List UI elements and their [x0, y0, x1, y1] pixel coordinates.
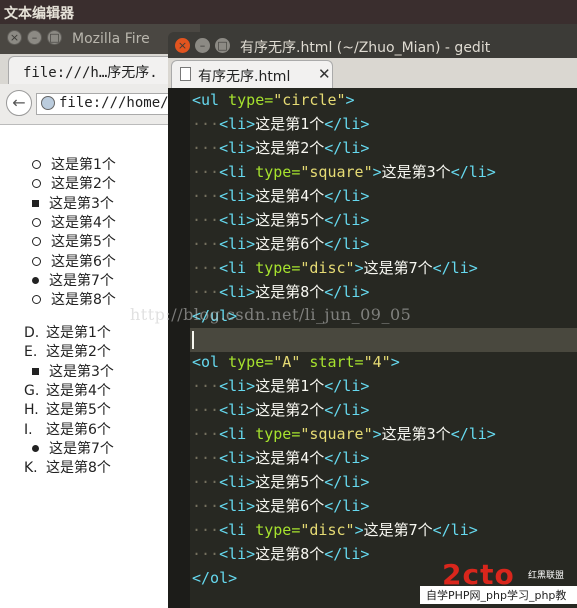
code-line-li: ···<li type="square">这是第3个</li>	[192, 163, 496, 181]
list-item-text: 这是第4个	[46, 382, 111, 399]
maximize-icon[interactable]: □	[215, 38, 230, 53]
list-item-text: 这是第1个	[46, 325, 111, 341]
circle-bullet-icon	[32, 256, 41, 266]
firefox-tab-label: file:///h…序无序.	[23, 65, 158, 81]
gedit-titlebar: × – □ 有序无序.html (~/Zhuo_Mian) - gedit	[168, 32, 577, 58]
ol-list-item: I. 这是第6个	[24, 420, 111, 440]
circle-bullet-icon	[32, 160, 41, 169]
code-line-li: ···<li type="square">这是第3个</li>	[192, 425, 496, 443]
logo-bar: 自学PHP网_php学习_php教	[420, 586, 577, 604]
gedit-tab-label: 有序无序.html	[198, 69, 291, 85]
site-logo: 2cto 红黑联盟 自学PHP网_php学习_php教	[420, 556, 577, 608]
code-line-li: ···<li>这是第4个</li>	[192, 187, 370, 205]
text-cursor	[192, 331, 194, 349]
editor-gutter	[168, 88, 190, 608]
ul-list-item: 这是第6个	[24, 252, 116, 272]
list-item-text: 这是第8个	[51, 292, 116, 309]
code-line-li: ···<li>这是第5个</li>	[192, 211, 370, 229]
ul-list-item: 这是第8个	[24, 290, 116, 310]
top-panel: 文本编辑器	[0, 0, 577, 24]
code-line-li: ···<li type="disc">这是第7个</li>	[192, 259, 478, 277]
ul-list-item: 这是第5个	[24, 232, 116, 252]
back-arrow-icon: ←	[12, 93, 26, 112]
disc-bullet-icon	[32, 276, 39, 284]
code-line-li: ···<li>这是第2个</li>	[192, 401, 370, 419]
minimize-icon[interactable]: –	[27, 30, 42, 45]
maximize-icon[interactable]: □	[47, 30, 62, 45]
current-line-highlight	[190, 328, 577, 352]
code-line-li: ···<li>这是第6个</li>	[192, 235, 370, 253]
ul-list-item: 这是第3个	[24, 194, 114, 214]
logo-bar-text: 自学PHP网_php学习_php教	[426, 589, 567, 602]
close-icon[interactable]: ×	[175, 38, 190, 53]
list-item-text: 这是第3个	[49, 363, 114, 380]
list-item-text: 这是第8个	[46, 460, 111, 477]
code-line-li: ···<li>这是第6个</li>	[192, 497, 370, 515]
list-marker: D.	[24, 325, 40, 341]
code-line-li: ···<li>这是第8个</li>	[192, 283, 370, 301]
list-marker: H.	[24, 402, 39, 419]
list-item-text: 这是第7个	[49, 440, 114, 457]
ol-list-item: 这是第7个	[24, 439, 114, 459]
logo-sub: 红黑联盟	[528, 571, 565, 581]
code-line-li: ···<li>这是第5个</li>	[192, 473, 370, 491]
circle-bullet-icon	[32, 237, 41, 247]
back-button[interactable]: ←	[6, 90, 32, 116]
square-bullet-icon	[32, 367, 39, 375]
list-marker: K.	[24, 460, 38, 477]
list-item-text: 这是第4个	[51, 214, 116, 231]
watermark: http://blog.csdn.net/li_jun_09_05	[130, 305, 412, 324]
code-line-li: ···<li>这是第1个</li>	[192, 115, 370, 133]
close-icon[interactable]: ×	[7, 30, 22, 45]
list-marker: I.	[24, 421, 33, 438]
circle-bullet-icon	[32, 217, 41, 227]
code-line-ul-open: <ul type="circle">	[192, 91, 355, 109]
document-icon	[180, 67, 191, 81]
gedit-tab[interactable]: 有序无序.html ✕	[171, 60, 333, 88]
circle-bullet-icon	[32, 295, 41, 305]
code-editor[interactable]: <ul type="circle"> ···<li>这是第1个</li> ···<l…	[168, 88, 577, 608]
list-item-text: 这是第6个	[46, 421, 111, 438]
ol-list-item: 这是第3个	[24, 362, 114, 382]
list-marker: G.	[24, 382, 40, 399]
ul-list-item: 这是第2个	[24, 174, 116, 194]
gedit-tabbar: 有序无序.html ✕	[168, 58, 577, 88]
list-item-text: 这是第5个	[46, 402, 111, 419]
minimize-icon[interactable]: –	[195, 38, 210, 53]
app-title: 文本编辑器	[4, 6, 74, 22]
ul-list-item: 这是第1个	[24, 155, 116, 175]
square-bullet-icon	[32, 199, 39, 207]
list-item-text: 这是第6个	[51, 253, 116, 270]
code-line-ol-open: <ol type="A" start="4">	[192, 353, 400, 371]
ol-list-item: D. 这是第1个	[24, 323, 111, 343]
globe-icon	[41, 96, 55, 110]
circle-bullet-icon	[32, 179, 41, 189]
ol-list-item: K. 这是第8个	[24, 458, 111, 478]
list-item-text: 这是第3个	[49, 195, 114, 212]
code-line-li: ···<li>这是第8个</li>	[192, 545, 370, 563]
ol-list-item: H. 这是第5个	[24, 400, 111, 420]
list-item-text: 这是第7个	[49, 272, 114, 289]
tab-close-icon[interactable]: ✕	[318, 65, 331, 83]
url-text: file:///home/l	[59, 95, 178, 111]
ul-list-item: 这是第7个	[24, 271, 114, 291]
ol-list-item: E. 这是第2个	[24, 342, 111, 362]
gedit-window-title: 有序无序.html (~/Zhuo_Mian) - gedit	[240, 40, 491, 56]
list-item-text: 这是第5个	[51, 234, 116, 251]
code-line-li: ···<li>这是第4个</li>	[192, 449, 370, 467]
list-item-text: 这是第2个	[51, 176, 116, 193]
list-marker: E.	[24, 344, 38, 361]
ul-list-item: 这是第4个	[24, 213, 116, 233]
list-item-text: 这是第2个	[46, 344, 111, 361]
code-line-ol-close: </ol>	[192, 569, 238, 587]
ol-list-item: G. 这是第4个	[24, 381, 111, 401]
list-item-text: 这是第1个	[51, 157, 116, 173]
disc-bullet-icon	[32, 444, 39, 452]
code-line-li: ···<li>这是第1个</li>	[192, 377, 370, 395]
code-line-li: ···<li>这是第2个</li>	[192, 139, 370, 157]
firefox-window-title: Mozilla Fire	[72, 31, 150, 47]
code-line-li: ···<li type="disc">这是第7个</li>	[192, 521, 478, 539]
